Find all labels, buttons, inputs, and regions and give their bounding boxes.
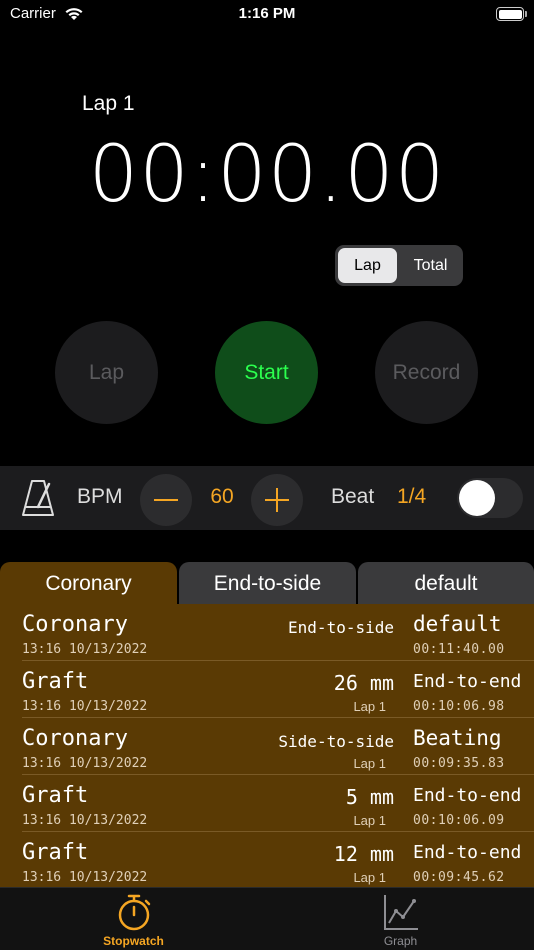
record-type: End-to-end [413,785,522,806]
bottom-tab-bar: Stopwatch Graph [0,887,534,950]
status-bar: Carrier 1:16 PM [0,0,534,30]
timer-display: 00:00.00 [88,130,446,220]
metronome-bar: BPM 60 Beat 1/4 [0,466,534,530]
metronome-toggle[interactable] [457,478,523,518]
tab-end-to-side[interactable]: End-to-side [179,562,356,606]
record-title: Graft [22,840,89,865]
record-type: End-to-end [413,671,522,692]
category-tabs: Coronary End-to-side default [0,562,534,606]
record-timestamp: 13:16 10/13/2022 [22,870,148,885]
record-lap: Lap 1 [353,813,386,828]
battery-icon [496,7,524,21]
start-button[interactable]: Start [215,321,318,424]
tab-stopwatch[interactable]: Stopwatch [0,888,267,950]
bpm-value: 60 [210,485,234,508]
record-type: Beating [413,726,502,750]
segment-lap[interactable]: Lap [338,248,397,283]
record-lap: Lap 1 [353,756,386,771]
graph-icon [384,895,418,930]
record-title: Coronary [22,726,128,751]
record-timestamp: 13:16 10/13/2022 [22,813,148,828]
record-duration: 00:11:40.00 [413,642,505,657]
record-detail: 12 mm [333,842,394,866]
record-duration: 00:09:45.62 [413,870,505,885]
record-detail: End-to-side [288,618,394,637]
record-title: Graft [22,669,89,694]
beat-value: 1/4 [397,485,427,508]
record-timestamp: 13:16 10/13/2022 [22,642,148,657]
record-detail: Side-to-side [278,732,394,751]
toggle-knob [459,480,495,516]
beat-label: Beat [331,485,375,508]
record-lap: Lap 1 [353,699,386,714]
list-item[interactable]: Coronary 13:16 10/13/2022 End-to-side de… [0,604,534,661]
stopwatch-icon [118,894,151,931]
list-item[interactable]: Coronary 13:16 10/13/2022 Side-to-side L… [0,718,534,775]
record-lap: Lap 1 [353,870,386,885]
lap-total-segmented-control[interactable]: Lap Total [335,245,463,286]
current-lap-label: Lap 1 [82,92,135,115]
tab-default[interactable]: default [358,562,534,606]
battery-cap [525,11,527,17]
list-item[interactable]: Graft 13:16 10/13/2022 26 mm Lap 1 End-t… [0,661,534,718]
record-type: End-to-end [413,842,522,863]
record-title: Coronary [22,612,128,637]
record-duration: 00:10:06.98 [413,699,505,714]
record-timestamp: 13:16 10/13/2022 [22,756,148,771]
record-duration: 00:09:35.83 [413,756,505,771]
lap-button[interactable]: Lap [55,321,158,424]
record-duration: 00:10:06.09 [413,813,505,828]
list-item[interactable]: Graft 13:16 10/13/2022 5 mm Lap 1 End-to… [0,775,534,832]
tab-stopwatch-label: Stopwatch [103,934,164,948]
record-detail: 26 mm [333,671,394,695]
record-button[interactable]: Record [375,321,478,424]
minus-icon [154,499,178,501]
bpm-label: BPM [77,485,123,508]
tab-graph[interactable]: Graph [267,888,534,950]
record-timestamp: 13:16 10/13/2022 [22,699,148,714]
status-time: 1:16 PM [238,5,296,22]
tab-coronary[interactable]: Coronary [0,562,177,606]
bpm-decrement-button[interactable] [140,474,192,526]
metronome-icon [22,480,54,516]
tab-graph-label: Graph [383,934,418,948]
record-type: default [413,612,502,636]
list-item[interactable]: Graft 13:16 10/13/2022 12 mm Lap 1 End-t… [0,832,534,887]
segment-total[interactable]: Total [401,248,460,283]
bpm-increment-button[interactable] [251,474,303,526]
records-list[interactable]: Coronary 13:16 10/13/2022 End-to-side de… [0,604,534,887]
record-detail: 5 mm [345,785,394,809]
record-title: Graft [22,783,89,808]
